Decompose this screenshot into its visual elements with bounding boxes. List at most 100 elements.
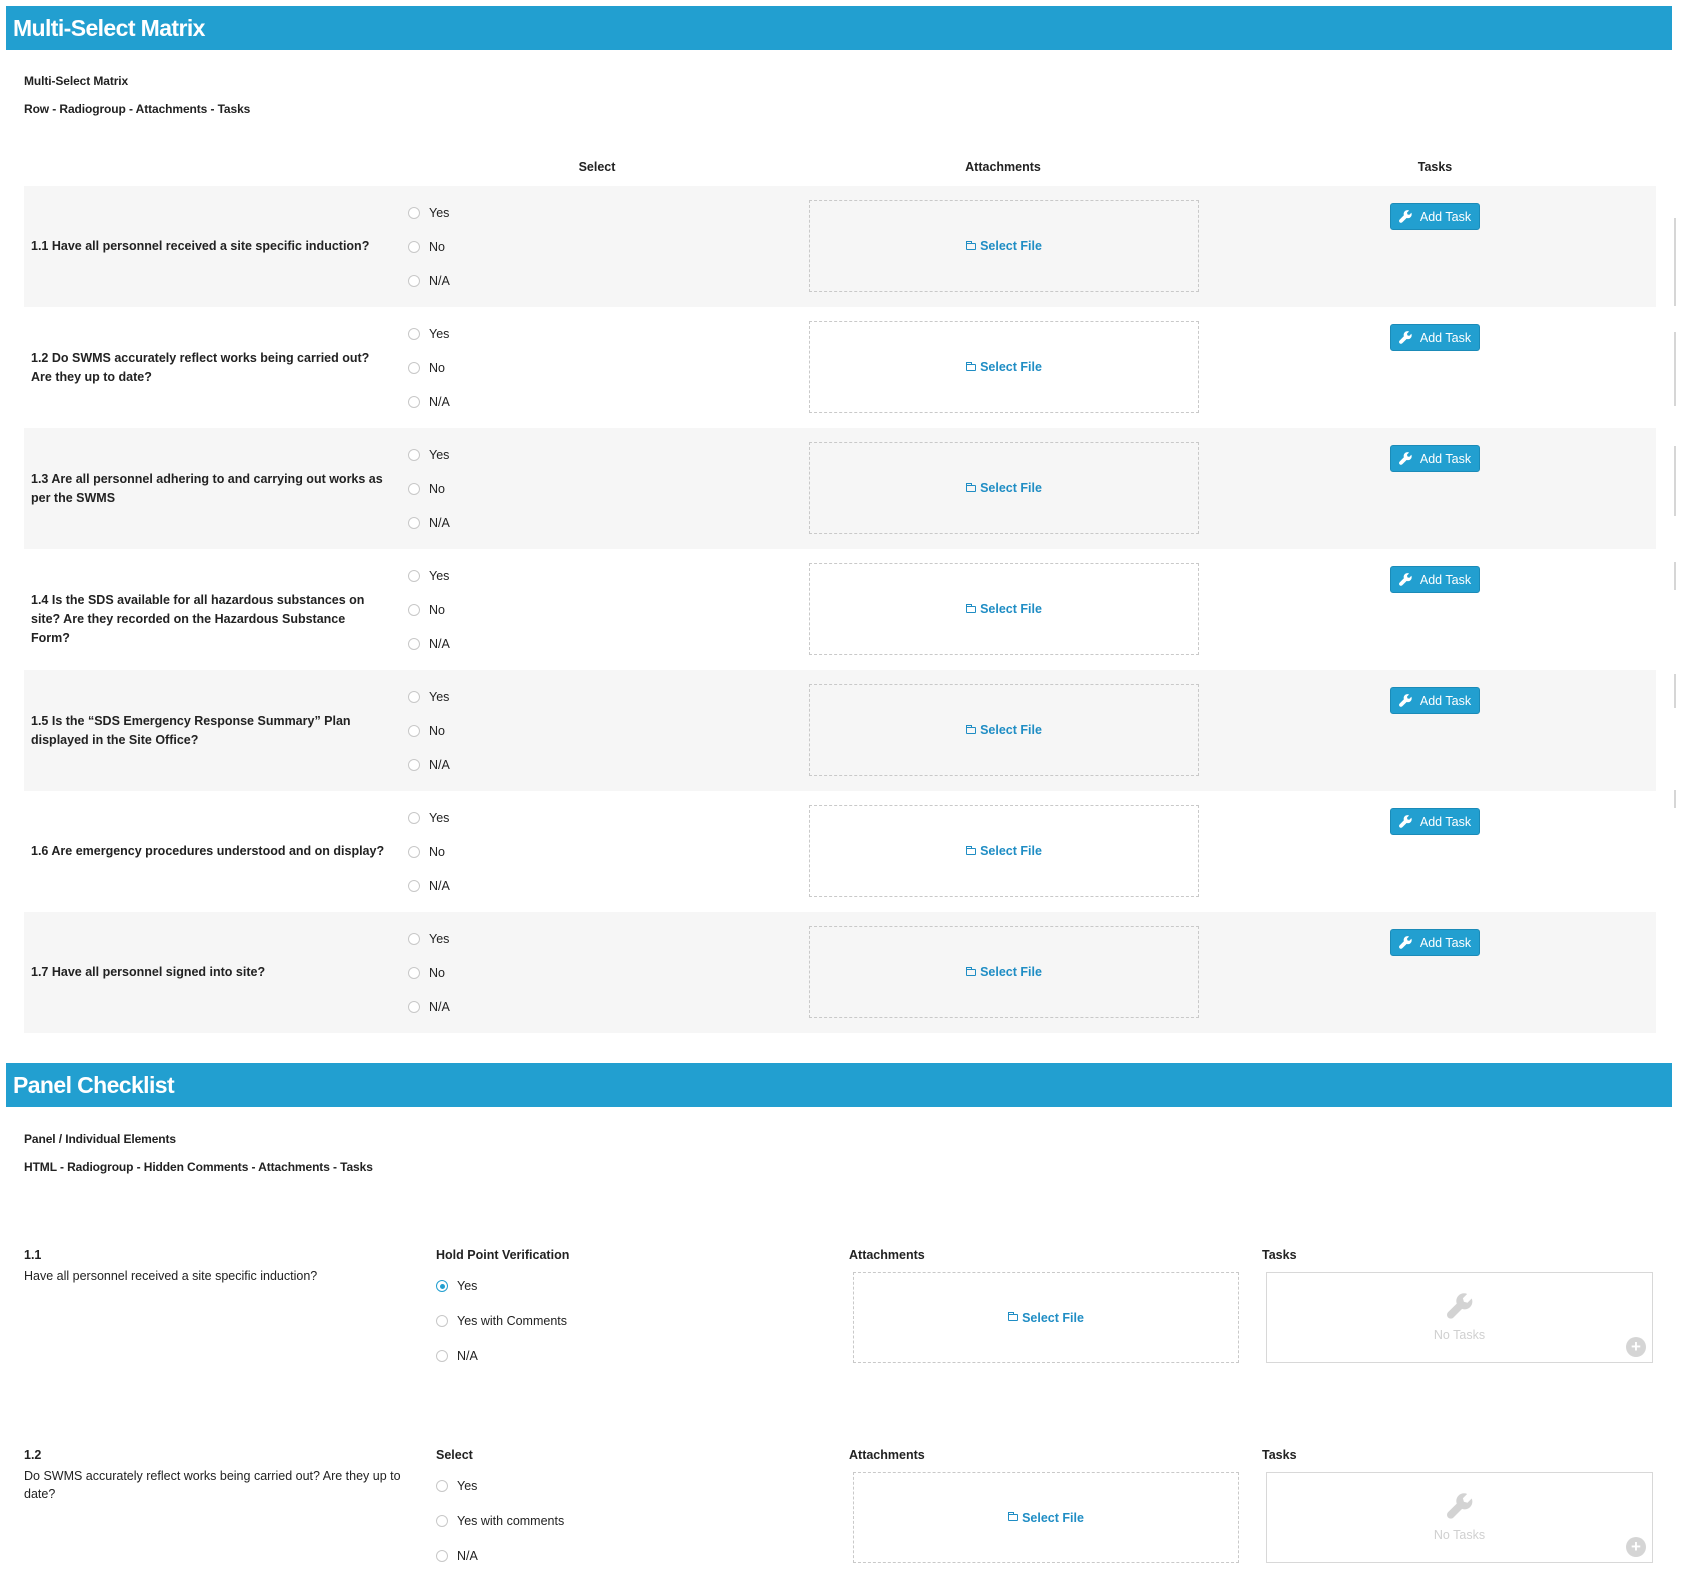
- radio-option-na[interactable]: N/A: [408, 636, 450, 652]
- matrix-subtitle: Multi-Select Matrix: [24, 74, 129, 88]
- radio-circle[interactable]: [408, 812, 420, 824]
- radio-option-yes[interactable]: Yes: [408, 931, 449, 947]
- radio-option-no[interactable]: No: [408, 481, 445, 497]
- select-file-link[interactable]: Select File: [1008, 1311, 1084, 1325]
- radio-option-no[interactable]: No: [408, 602, 445, 618]
- radio-option-no[interactable]: No: [408, 844, 445, 860]
- radio-circle[interactable]: [408, 604, 420, 616]
- scrollbar-track-mark[interactable]: [1674, 562, 1676, 590]
- radio-option-na[interactable]: N/A: [408, 394, 450, 410]
- add-task-button[interactable]: Add Task: [1390, 324, 1480, 351]
- radio-option-n-a[interactable]: N/A: [436, 1548, 478, 1564]
- radio-circle[interactable]: [408, 396, 420, 408]
- attachment-drop-zone[interactable]: Select File: [853, 1272, 1239, 1363]
- radio-circle[interactable]: [408, 275, 420, 287]
- scrollbar-track-mark[interactable]: [1674, 218, 1676, 306]
- select-file-label: Select File: [980, 360, 1042, 374]
- radio-option-na[interactable]: N/A: [408, 515, 450, 531]
- matrix-description: Row - Radiogroup - Attachments - Tasks: [24, 102, 251, 116]
- radio-circle[interactable]: [408, 691, 420, 703]
- panel-item-question: Do SWMS accurately reflect works being c…: [24, 1469, 401, 1501]
- radio-circle[interactable]: [408, 725, 420, 737]
- radio-option-na[interactable]: N/A: [408, 273, 450, 289]
- matrix-question: 1.7 Have all personnel signed into site?: [31, 965, 266, 979]
- radio-label: No: [429, 966, 445, 980]
- attachment-drop-zone[interactable]: Select File: [809, 684, 1199, 776]
- radio-circle[interactable]: [408, 1001, 420, 1013]
- attachment-drop-zone[interactable]: Select File: [809, 926, 1199, 1018]
- scrollbar-track-mark[interactable]: [1674, 332, 1676, 406]
- radio-circle[interactable]: [408, 362, 420, 374]
- radio-option-yes[interactable]: Yes: [436, 1478, 477, 1494]
- radio-circle[interactable]: [408, 638, 420, 650]
- radio-circle[interactable]: [408, 449, 420, 461]
- radio-circle[interactable]: [408, 570, 420, 582]
- radio-option-no[interactable]: No: [408, 965, 445, 981]
- radio-circle[interactable]: [408, 517, 420, 529]
- add-task-plus-icon[interactable]: +: [1626, 1337, 1646, 1357]
- radio-circle[interactable]: [436, 1315, 448, 1327]
- radio-label: N/A: [429, 274, 450, 288]
- add-task-label: Add Task: [1419, 572, 1472, 587]
- attachment-drop-zone[interactable]: Select File: [809, 805, 1199, 897]
- add-task-button[interactable]: Add Task: [1390, 929, 1480, 956]
- radio-option-na[interactable]: N/A: [408, 757, 450, 773]
- attachment-drop-zone[interactable]: Select File: [809, 563, 1199, 655]
- radio-option-yes-with-comments[interactable]: Yes with comments: [436, 1513, 564, 1529]
- radio-circle[interactable]: [408, 483, 420, 495]
- radio-option-yes[interactable]: Yes: [408, 447, 449, 463]
- scrollbar-track-mark[interactable]: [1674, 446, 1676, 516]
- panel-description: HTML - Radiogroup - Hidden Comments - At…: [24, 1160, 373, 1174]
- radio-option-na[interactable]: N/A: [408, 878, 450, 894]
- radio-option-no[interactable]: No: [408, 360, 445, 376]
- select-file-link[interactable]: Select File: [966, 602, 1042, 616]
- radio-option-yes[interactable]: Yes: [436, 1278, 477, 1294]
- select-file-link[interactable]: Select File: [966, 481, 1042, 495]
- add-task-button[interactable]: Add Task: [1390, 808, 1480, 835]
- select-file-link[interactable]: Select File: [966, 844, 1042, 858]
- select-file-link[interactable]: Select File: [966, 965, 1042, 979]
- radio-option-no[interactable]: No: [408, 723, 445, 739]
- radio-label: N/A: [429, 395, 450, 409]
- select-file-link[interactable]: Select File: [966, 239, 1042, 253]
- radio-label: Yes: [429, 448, 450, 462]
- scrollbar-track-mark[interactable]: [1674, 790, 1676, 808]
- radio-circle[interactable]: [408, 880, 420, 892]
- radio-circle[interactable]: [408, 207, 420, 219]
- radio-option-yes[interactable]: Yes: [408, 326, 449, 342]
- select-file-label: Select File: [980, 239, 1042, 253]
- radio-circle[interactable]: [408, 846, 420, 858]
- select-file-link[interactable]: Select File: [966, 360, 1042, 374]
- radio-circle[interactable]: [436, 1280, 448, 1292]
- radio-option-yes[interactable]: Yes: [408, 689, 449, 705]
- radio-circle[interactable]: [436, 1480, 448, 1492]
- select-file-link[interactable]: Select File: [966, 723, 1042, 737]
- radio-circle[interactable]: [408, 759, 420, 771]
- radio-circle[interactable]: [408, 241, 420, 253]
- radio-option-na[interactable]: N/A: [408, 999, 450, 1015]
- radio-option-n-a[interactable]: N/A: [436, 1348, 478, 1364]
- scrollbar-track-mark[interactable]: [1674, 674, 1676, 708]
- radio-option-yes[interactable]: Yes: [408, 568, 449, 584]
- radio-circle[interactable]: [408, 967, 420, 979]
- radio-circle[interactable]: [436, 1515, 448, 1527]
- radio-option-no[interactable]: No: [408, 239, 445, 255]
- attachment-drop-zone[interactable]: Select File: [809, 200, 1199, 292]
- radio-option-yes[interactable]: Yes: [408, 810, 449, 826]
- radio-circle[interactable]: [408, 933, 420, 945]
- radio-circle[interactable]: [436, 1350, 448, 1362]
- add-task-button[interactable]: Add Task: [1390, 203, 1480, 230]
- radio-circle[interactable]: [436, 1550, 448, 1562]
- add-task-button[interactable]: Add Task: [1390, 445, 1480, 472]
- add-task-plus-icon[interactable]: +: [1626, 1537, 1646, 1557]
- add-task-button[interactable]: Add Task: [1390, 687, 1480, 714]
- select-file-link[interactable]: Select File: [1008, 1511, 1084, 1525]
- radio-label: Yes: [429, 811, 450, 825]
- radio-option-yes-with-comments[interactable]: Yes with Comments: [436, 1313, 567, 1329]
- radio-option-yes[interactable]: Yes: [408, 205, 449, 221]
- add-task-button[interactable]: Add Task: [1390, 566, 1480, 593]
- attachment-drop-zone[interactable]: Select File: [809, 442, 1199, 534]
- attachment-drop-zone[interactable]: Select File: [809, 321, 1199, 413]
- radio-circle[interactable]: [408, 328, 420, 340]
- attachment-drop-zone[interactable]: Select File: [853, 1472, 1239, 1563]
